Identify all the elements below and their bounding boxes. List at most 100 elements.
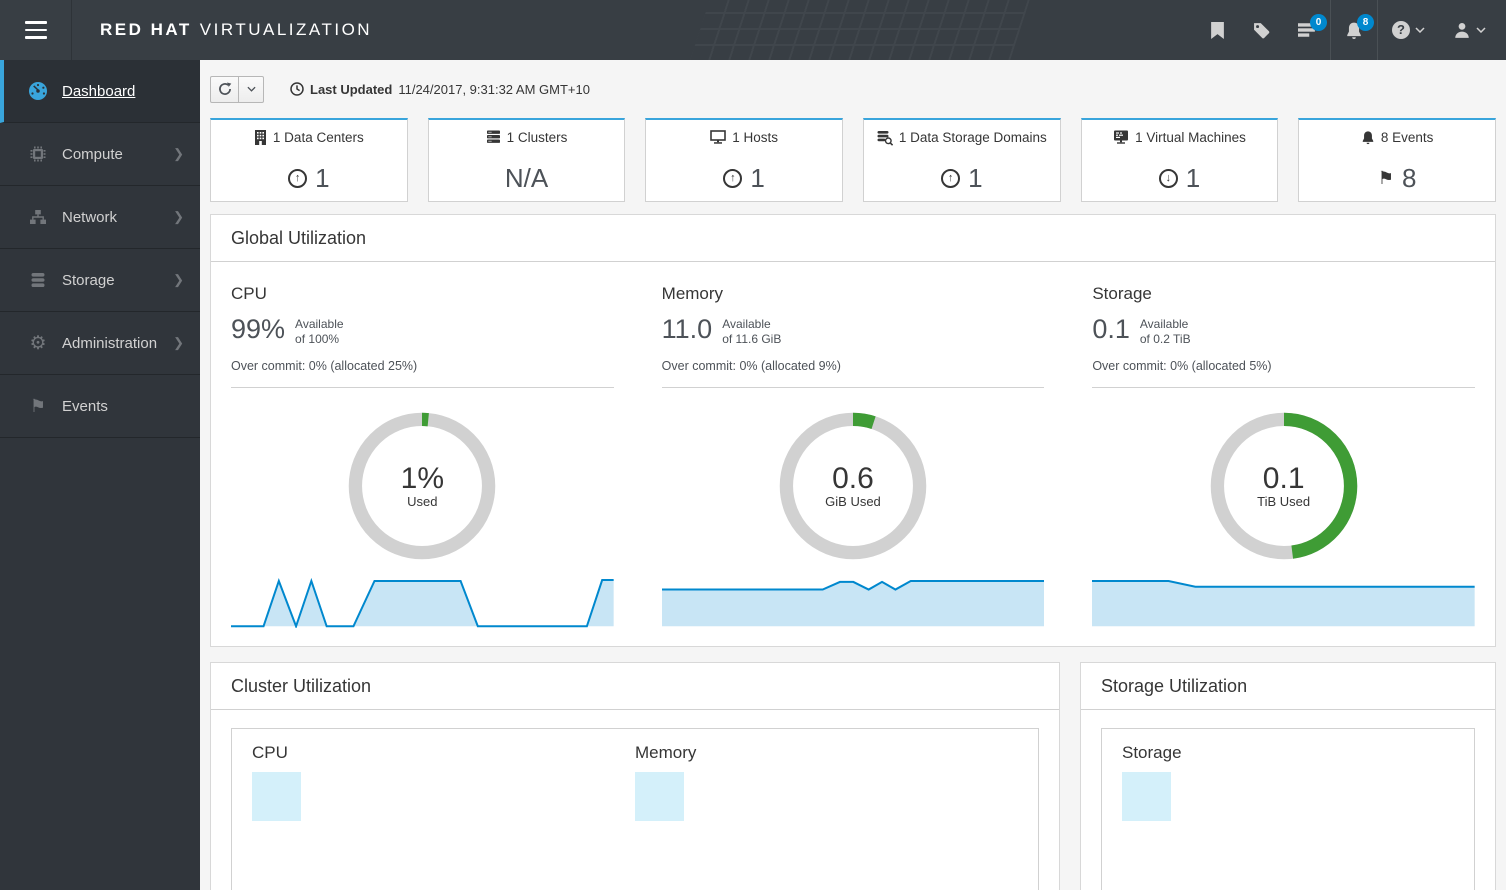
masthead: RED HAT VIRTUALIZATION 0 8 — [0, 0, 1506, 60]
help-menu-button[interactable] — [1378, 0, 1439, 60]
card-title: 1 Clusters — [506, 130, 568, 145]
sidebar-item-label: Events — [62, 397, 108, 415]
sidebar-item-compute[interactable]: Compute ❯ — [0, 123, 200, 186]
global-utilization-title: Global Utilization — [211, 215, 1495, 262]
card-events[interactable]: 8 Events ⚑ 8 — [1298, 118, 1496, 202]
card-data-storage-domains[interactable]: 1 Data Storage Domains ↑ 1 — [863, 118, 1061, 202]
heatmap-cell[interactable] — [252, 772, 301, 821]
summary-cards: 1 Data Centers ↑ 1 1 Clusters N/A 1 Host… — [210, 118, 1496, 202]
sidebar-item-storage[interactable]: Storage ❯ — [0, 249, 200, 312]
sidebar: Dashboard Compute ❯ Network ❯ Storage ❯ … — [0, 60, 200, 890]
storage-overcommit: Over commit: 0% (allocated 5%) — [1092, 359, 1272, 373]
divider — [1092, 387, 1475, 388]
chevron-right-icon: ❯ — [173, 272, 184, 287]
refresh-button[interactable] — [210, 75, 239, 103]
bell-icon — [1362, 131, 1374, 145]
heatmap-cell[interactable] — [635, 772, 684, 821]
card-value: 8 — [1402, 163, 1417, 193]
cpu-heading: CPU — [231, 284, 267, 303]
refresh-icon — [218, 82, 231, 95]
card-title: 1 Virtual Machines — [1135, 130, 1246, 145]
card-title: 1 Hosts — [732, 130, 779, 145]
memory-overcommit: Over commit: 0% (allocated 9%) — [661, 359, 841, 373]
tasks-button[interactable]: 0 — [1284, 0, 1330, 60]
memory-donut-label: GiB Used — [825, 494, 881, 510]
tags-button[interactable] — [1239, 0, 1284, 60]
sidebar-item-dashboard[interactable]: Dashboard — [0, 60, 200, 123]
available-label: Available — [722, 317, 771, 331]
card-hosts[interactable]: 1 Hosts ↑ 1 — [645, 118, 843, 202]
cluster-utilization-panel: Cluster Utilization CPU Memory > 90% 75-… — [210, 662, 1060, 890]
global-utilization-panel: Global Utilization CPU 99% Available of … — [210, 214, 1496, 647]
storage-donut-value: 0.1 — [1262, 461, 1305, 495]
cpu-overcommit: Over commit: 0% (allocated 25%) — [231, 359, 418, 373]
bookmarks-button[interactable] — [1196, 0, 1239, 60]
memory-utilization-column: Memory 11.0 Available of 11.6 GiB Over c… — [661, 284, 1045, 628]
memory-available-value: 11.0 — [661, 314, 713, 344]
card-clusters[interactable]: 1 Clusters N/A — [427, 118, 626, 202]
divider — [231, 387, 614, 388]
cpu-donut-chart: 1% Used — [348, 412, 496, 560]
divider — [661, 387, 1045, 388]
available-of: of 0.2 TiB — [1139, 332, 1191, 346]
heatmap-cell[interactable] — [1122, 772, 1171, 821]
cluster-memory-heatmap: Memory — [635, 743, 1018, 890]
card-title: 8 Events — [1380, 130, 1434, 145]
storage-available-value: 0.1 — [1092, 314, 1130, 344]
sidebar-item-label: Storage — [62, 271, 115, 289]
flag-icon: ⚑ — [1377, 168, 1394, 188]
cluster-cpu-heatmap: CPU — [252, 743, 635, 890]
brand-bold: RED HAT — [100, 20, 192, 39]
user-help-group — [1377, 0, 1506, 60]
help-icon — [1392, 21, 1410, 39]
cluster-utilization-body: CPU Memory > 90% 75-90% 65-75% < 65% — [231, 728, 1039, 890]
card-value: 1 — [968, 163, 983, 193]
notifications-group: 8 — [1330, 0, 1377, 60]
notifications-button[interactable]: 8 — [1331, 0, 1377, 60]
nav-toggle-button[interactable] — [0, 0, 72, 60]
sidebar-item-network[interactable]: Network ❯ — [0, 186, 200, 249]
storage-utilization-panel: Storage Utilization Storage > 90% 75-90%… — [1080, 662, 1496, 890]
cpu-available-value: 99% — [231, 314, 286, 344]
card-value: 1 — [1185, 163, 1201, 193]
refresh-menu-button[interactable] — [239, 75, 264, 103]
monitor-icon — [710, 130, 727, 144]
last-updated: Last Updated 11/24/2017, 9:31:32 AM GMT+… — [290, 82, 590, 97]
heatmap-label: Storage — [1122, 743, 1182, 762]
storage-utilization-body: Storage > 90% 75-90% 65-75% < 65% — [1101, 728, 1475, 890]
cpu-sparkline-chart — [231, 576, 614, 628]
heatmap-label: CPU — [252, 743, 288, 762]
bookmark-icon — [1211, 21, 1224, 39]
memory-donut-value: 0.6 — [832, 461, 874, 495]
dashboard-gauge-icon — [26, 80, 50, 102]
refresh-toolbar: Last Updated 11/24/2017, 9:31:32 AM GMT+… — [210, 72, 1496, 106]
chevron-right-icon: ❯ — [173, 335, 184, 350]
sidebar-item-label: Compute — [62, 145, 123, 163]
heatmap-label: Memory — [635, 743, 697, 762]
card-value: N/A — [504, 163, 549, 193]
memory-sparkline-chart — [661, 576, 1045, 627]
tag-icon — [1254, 22, 1270, 38]
gear-icon: ⚙ — [29, 332, 47, 354]
user-menu-button[interactable] — [1439, 0, 1506, 60]
storage-sparkline-chart — [1092, 576, 1475, 627]
sidebar-item-label: Administration — [62, 334, 158, 352]
user-icon — [1455, 23, 1469, 38]
storage-utilization-title: Storage Utilization — [1081, 663, 1495, 710]
storage-utilization-column: Storage 0.1 Available of 0.2 TiB Over co… — [1092, 284, 1475, 628]
card-virtual-machines[interactable]: 1 Virtual Machines ↓ 1 — [1080, 118, 1279, 202]
masthead-decor-pattern — [690, 0, 1030, 60]
cluster-utilization-title: Cluster Utilization — [211, 663, 1059, 710]
storage-heatmap: Storage — [1122, 743, 1288, 890]
last-updated-value: 11/24/2017, 9:31:32 AM GMT+10 — [398, 81, 590, 97]
card-data-centers[interactable]: 1 Data Centers ↑ 1 — [210, 118, 408, 202]
card-title: 1 Data Storage Domains — [898, 130, 1047, 145]
sidebar-item-administration[interactable]: ⚙ Administration ❯ — [0, 312, 200, 375]
clock-icon — [290, 82, 304, 96]
arrow-up-circle-icon: ↑ — [723, 168, 743, 188]
sidebar-item-events[interactable]: ⚑ Events — [0, 375, 200, 438]
card-value: 1 — [315, 163, 330, 193]
memory-donut-chart: 0.6 GiB Used — [779, 412, 927, 560]
compute-chip-icon — [26, 144, 50, 164]
arrow-down-circle-icon: ↓ — [1158, 168, 1178, 188]
